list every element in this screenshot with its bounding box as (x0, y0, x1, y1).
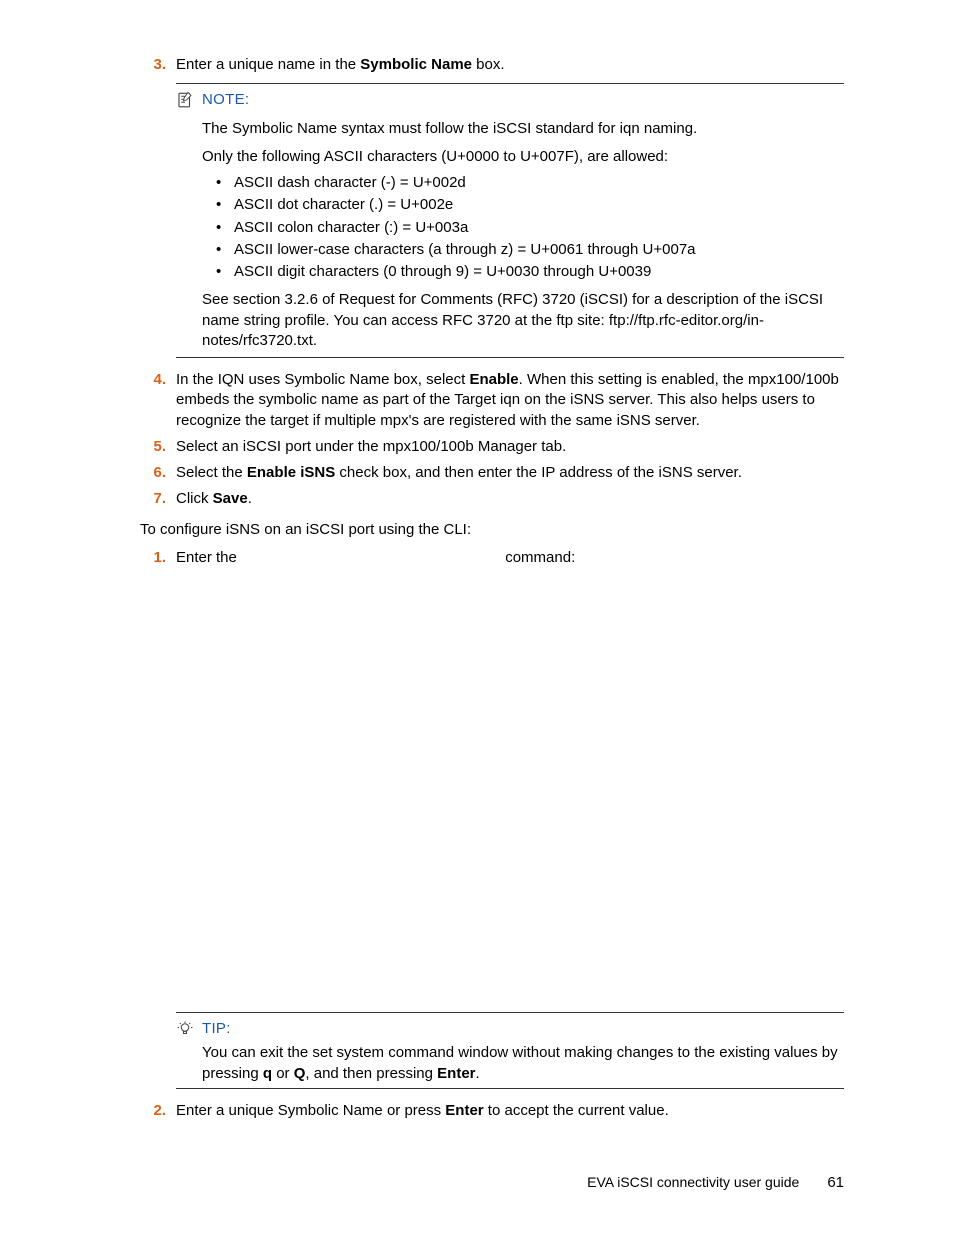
note-label: NOTE: (202, 90, 249, 110)
list-item: ASCII digit characters (0 through 9) = U… (216, 262, 844, 282)
text: Enter the (176, 549, 241, 566)
paragraph: To configure iSNS on an iSCSI port using… (140, 520, 844, 540)
paragraph: Only the following ASCII characters (U+0… (202, 147, 844, 167)
note-box: NOTE: The Symbolic Name syntax must foll… (176, 83, 844, 358)
cli-step-2: 2. Enter a unique Symbolic Name or press… (140, 1101, 844, 1121)
text: Enter a unique name in the (176, 56, 360, 73)
note-header: NOTE: (176, 90, 844, 110)
main-content: 3. Enter a unique name in the Symbolic N… (140, 55, 844, 1121)
step-body: Enter a unique name in the Symbolic Name… (176, 55, 844, 75)
code-block-placeholder (140, 574, 844, 1004)
list-item: ASCII lower-case characters (a through z… (216, 240, 844, 260)
text: , and then pressing (305, 1065, 437, 1082)
step-number: 6. (140, 463, 176, 483)
text: box. (472, 56, 505, 73)
divider (176, 357, 844, 358)
tip-icon (176, 1020, 194, 1038)
note-icon (176, 91, 194, 109)
divider (176, 1012, 844, 1013)
document-page: 3. Enter a unique name in the Symbolic N… (0, 0, 954, 1235)
text: In the IQN uses Symbolic Name box, selec… (176, 371, 469, 388)
step-body: Select an iSCSI port under the mpx100/10… (176, 437, 844, 457)
list-item: ASCII dash character (-) = U+002d (216, 173, 844, 193)
bullet-list: ASCII dash character (-) = U+002d ASCII … (216, 173, 844, 282)
tip-label: TIP: (202, 1019, 231, 1039)
step-body: Enter the command: (176, 548, 844, 568)
step-6: 6. Select the Enable iSNS check box, and… (140, 463, 844, 483)
text: . (476, 1065, 480, 1082)
list-item: ASCII colon character (:) = U+003a (216, 218, 844, 238)
footer-title: EVA iSCSI connectivity user guide (587, 1173, 799, 1192)
tip-header: TIP: (176, 1019, 844, 1039)
step-3: 3. Enter a unique name in the Symbolic N… (140, 55, 844, 75)
text: Select the (176, 464, 247, 481)
paragraph: The Symbolic Name syntax must follow the… (202, 119, 844, 139)
text: or (272, 1065, 294, 1082)
step-body: Click Save. (176, 489, 844, 509)
paragraph: See section 3.2.6 of Request for Comment… (202, 290, 844, 351)
step-body: In the IQN uses Symbolic Name box, selec… (176, 370, 844, 431)
step-4: 4. In the IQN uses Symbolic Name box, se… (140, 370, 844, 431)
step-7: 7. Click Save. (140, 489, 844, 509)
step-number: 7. (140, 489, 176, 509)
bold-text: q (263, 1065, 272, 1082)
divider (176, 83, 844, 84)
divider (176, 1088, 844, 1089)
note-body: The Symbolic Name syntax must follow the… (202, 119, 844, 352)
bold-text: Save (213, 490, 248, 507)
step-number: 4. (140, 370, 176, 431)
text: check box, and then enter the IP address… (335, 464, 742, 481)
bold-text: Enable iSNS (247, 464, 335, 481)
step-number: 5. (140, 437, 176, 457)
tip-body: You can exit the set system command wind… (202, 1043, 844, 1084)
bold-text: Q (294, 1065, 306, 1082)
text: command: (501, 549, 575, 566)
bold-text: Symbolic Name (360, 56, 472, 73)
text: . (248, 490, 252, 507)
step-number: 1. (140, 548, 176, 568)
tip-box: TIP: You can exit the set system command… (176, 1012, 844, 1089)
cli-step-1: 1. Enter the command: (140, 548, 844, 568)
text: Enter a unique Symbolic Name or press (176, 1102, 445, 1119)
list-item: ASCII dot character (.) = U+002e (216, 195, 844, 215)
bold-text: Enable (469, 371, 518, 388)
step-number: 3. (140, 55, 176, 75)
step-body: Select the Enable iSNS check box, and th… (176, 463, 844, 483)
page-number: 61 (827, 1173, 844, 1193)
text: to accept the current value. (484, 1102, 669, 1119)
bold-text: Enter (437, 1065, 475, 1082)
step-5: 5. Select an iSCSI port under the mpx100… (140, 437, 844, 457)
step-number: 2. (140, 1101, 176, 1121)
bold-text: Enter (445, 1102, 483, 1119)
text: Click (176, 490, 213, 507)
step-body: Enter a unique Symbolic Name or press En… (176, 1101, 844, 1121)
page-footer: EVA iSCSI connectivity user guide 61 (587, 1173, 844, 1193)
